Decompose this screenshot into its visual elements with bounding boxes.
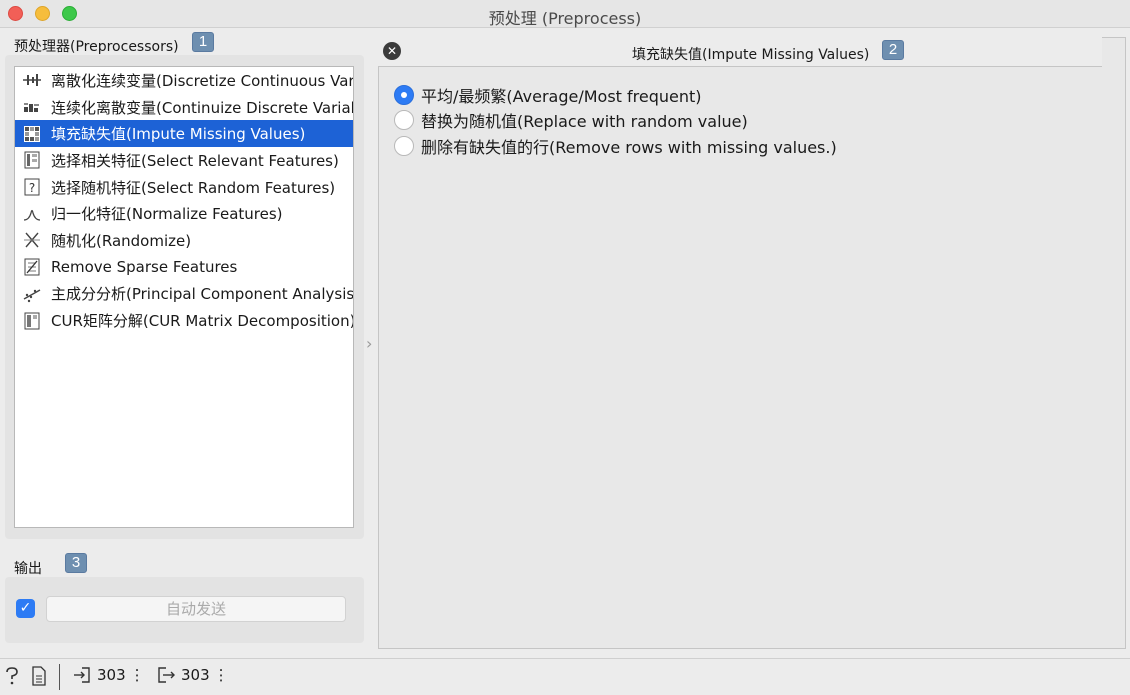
option-label: 平均/最频繁(Average/Most frequent) [421, 87, 702, 106]
input-count: 303 ⋮ [73, 666, 145, 684]
preprocessor-item-impute[interactable]: 填充缺失值(Impute Missing Values) [15, 120, 353, 148]
preprocessor-item-pca[interactable]: 主成分分析(Principal Component Analysis) [15, 281, 353, 308]
preprocessors-badge: 1 [192, 32, 214, 52]
preprocessor-label: 连续化离散变量(Continuize Discrete Variables) [51, 98, 354, 117]
preprocessor-label: CUR矩阵分解(CUR Matrix Decomposition) [51, 312, 354, 331]
output-count-value: 303 [181, 666, 210, 684]
input-icon [73, 666, 91, 684]
preprocessor-item-normalize[interactable]: 归一化特征(Normalize Features) [15, 200, 353, 227]
radio-button[interactable] [394, 110, 414, 130]
preprocessor-label: 填充缺失值(Impute Missing Values) [51, 125, 306, 144]
preprocessor-list[interactable]: 离散化连续变量(Discretize Continuous Variables)… [14, 66, 354, 528]
input-count-value: 303 [97, 666, 126, 684]
input-more-icon[interactable]: ⋮ [130, 666, 145, 684]
preprocessor-label: 离散化连续变量(Discretize Continuous Variables) [51, 71, 354, 90]
cur-icon [23, 312, 41, 330]
radio-button[interactable] [394, 85, 414, 105]
pca-icon [23, 285, 41, 303]
preprocessor-label: 选择随机特征(Select Random Features) [51, 178, 336, 197]
window-title: 预处理 (Preprocess) [488, 9, 642, 28]
radio-button[interactable] [394, 136, 414, 156]
option-remove-rows[interactable]: 删除有缺失值的行(Remove rows with missing values… [394, 134, 837, 158]
preprocessor-item-randomize[interactable]: 随机化(Randomize) [15, 227, 353, 254]
output-more-icon[interactable]: ⋮ [214, 666, 229, 684]
option-average-most-frequent[interactable]: 平均/最频繁(Average/Most frequent) [394, 83, 702, 107]
output-count: 303 ⋮ [157, 666, 229, 684]
output-icon [157, 666, 175, 684]
preprocessor-item-continuize[interactable]: 连续化离散变量(Continuize Discrete Variables) [15, 94, 353, 121]
auto-send-checkbox[interactable]: ✓ [16, 599, 35, 618]
output-label: 输出 [14, 561, 42, 577]
select-random-icon: ? [23, 178, 41, 196]
preprocessor-item-select-random[interactable]: ? 选择随机特征(Select Random Features) [15, 174, 353, 201]
auto-send-button[interactable]: 自动发送 [46, 596, 346, 622]
status-separator [59, 664, 60, 690]
help-icon[interactable] [4, 666, 20, 686]
svg-text:?: ? [29, 181, 35, 195]
select-relevant-icon [23, 151, 41, 169]
editor-badge: 2 [882, 40, 904, 60]
preprocessor-label: 随机化(Randomize) [51, 231, 192, 250]
preprocessors-label: 预处理器(Preprocessors) [14, 39, 179, 55]
preprocessor-label: Remove Sparse Features [51, 258, 238, 277]
impute-icon [23, 125, 41, 143]
report-icon[interactable] [31, 666, 47, 686]
preprocessor-label: 选择相关特征(Select Relevant Features) [51, 151, 339, 170]
discretize-icon [23, 71, 41, 89]
randomize-icon [23, 231, 41, 249]
preprocessor-label: 主成分分析(Principal Component Analysis) [51, 285, 354, 304]
preprocessor-item-remove-sparse[interactable]: Remove Sparse Features [15, 254, 353, 281]
option-label: 删除有缺失值的行(Remove rows with missing values… [421, 138, 837, 157]
preprocessor-item-select-relevant[interactable]: 选择相关特征(Select Relevant Features) [15, 147, 353, 174]
continuize-icon [23, 98, 41, 116]
preprocessor-item-discretize[interactable]: 离散化连续变量(Discretize Continuous Variables) [15, 67, 353, 94]
splitter-handle[interactable]: › [366, 334, 372, 353]
remove-sparse-icon [23, 258, 41, 276]
option-random-value[interactable]: 替换为随机值(Replace with random value) [394, 108, 748, 132]
output-badge: 3 [65, 553, 87, 573]
option-label: 替换为随机值(Replace with random value) [421, 112, 748, 131]
preprocessor-label: 归一化特征(Normalize Features) [51, 205, 283, 224]
preprocessor-item-cur[interactable]: CUR矩阵分解(CUR Matrix Decomposition) [15, 307, 353, 334]
normalize-icon [23, 205, 41, 223]
close-icon[interactable]: ✕ [383, 42, 401, 60]
editor-title: 填充缺失值(Impute Missing Values) [632, 47, 870, 63]
